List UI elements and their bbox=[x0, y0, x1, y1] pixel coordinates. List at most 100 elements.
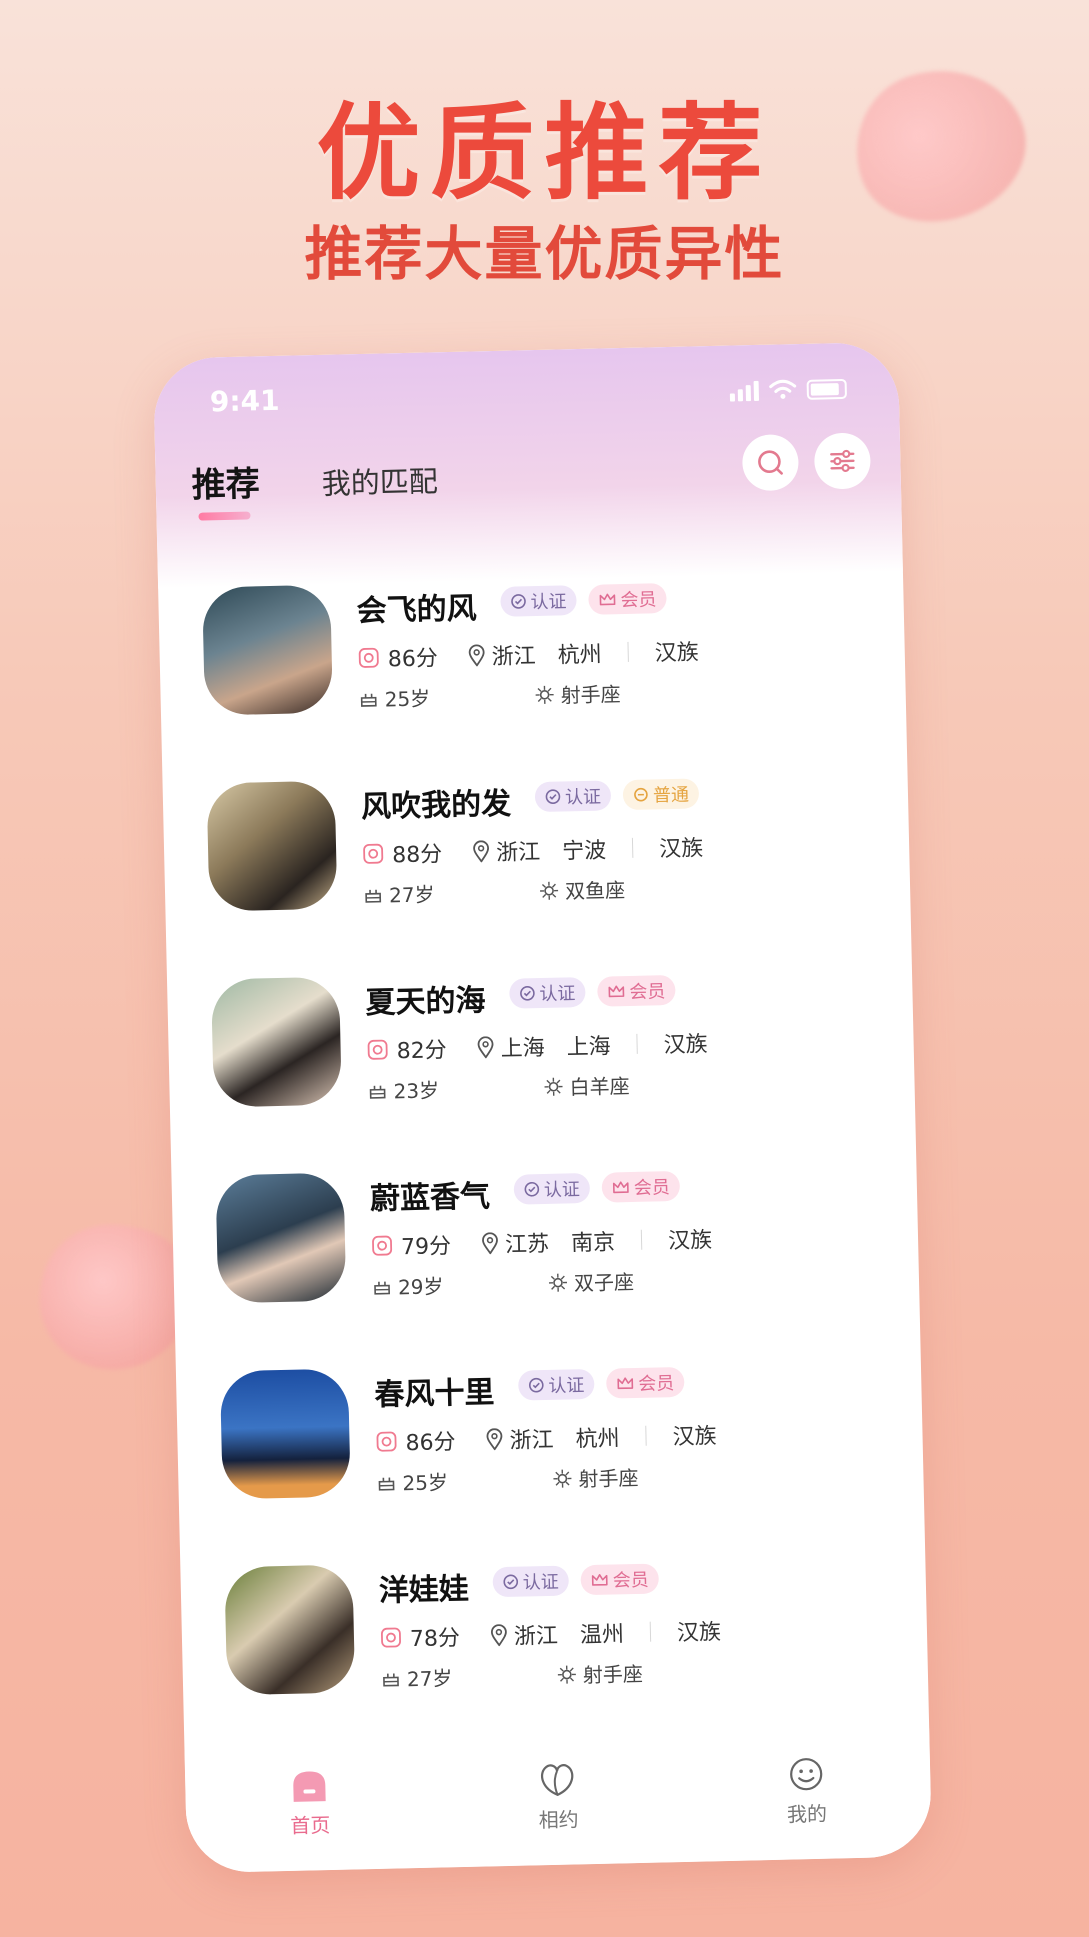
check-circle-icon bbox=[520, 986, 535, 1001]
user-card[interactable]: 风吹我的发 认证 普通 88分 浙江 宁波 汉族 27岁 双鱼座 bbox=[162, 738, 911, 951]
city: 上海 bbox=[566, 1034, 611, 1061]
match-score-icon bbox=[380, 1627, 401, 1648]
divider bbox=[636, 1033, 638, 1054]
city: 杭州 bbox=[575, 1426, 620, 1453]
province: 江苏 bbox=[504, 1231, 550, 1258]
crown-icon bbox=[617, 1377, 634, 1390]
zodiac: 双鱼座 bbox=[564, 878, 626, 904]
tier-badge: 会员 bbox=[588, 583, 667, 615]
match-score-icon bbox=[372, 1235, 393, 1256]
divider bbox=[645, 1425, 647, 1446]
user-list: 会飞的风 认证 会员 86分 浙江 杭州 汉族 25岁 射手座 风吹我的发 认证… bbox=[157, 542, 929, 1746]
match-score: 78分 bbox=[409, 1626, 461, 1653]
verified-badge: 认证 bbox=[492, 1565, 570, 1598]
clock-icon bbox=[634, 787, 648, 802]
cake-icon bbox=[360, 693, 377, 707]
location-pin-icon bbox=[482, 1232, 498, 1255]
tabbar-label: 相约 bbox=[538, 1806, 579, 1832]
match-score-icon bbox=[376, 1431, 397, 1452]
crown-icon bbox=[591, 1574, 608, 1586]
ethnicity: 汉族 bbox=[672, 1424, 717, 1451]
cake-icon bbox=[383, 1673, 399, 1687]
ethnicity: 汉族 bbox=[658, 836, 704, 863]
cake-icon bbox=[369, 1085, 386, 1099]
city: 温州 bbox=[579, 1622, 625, 1649]
verified-badge: 认证 bbox=[513, 1172, 591, 1205]
user-card[interactable]: 洋娃娃 认证 会员 78分 浙江 温州 汉族 27岁 射手座 bbox=[180, 1521, 929, 1734]
crown-icon bbox=[599, 593, 616, 606]
age: 25岁 bbox=[402, 1470, 449, 1496]
verified-badge: 认证 bbox=[500, 585, 577, 617]
user-card[interactable]: 春风十里 认证 会员 86分 浙江 杭州 汉族 25岁 射手座 bbox=[175, 1325, 924, 1538]
check-circle-icon bbox=[524, 1181, 540, 1197]
location-pin-icon bbox=[468, 644, 485, 667]
promo-subheadline: 推荐大量优质异性 bbox=[304, 220, 785, 288]
city: 宁波 bbox=[561, 838, 607, 865]
province: 上海 bbox=[500, 1035, 545, 1062]
divider bbox=[631, 837, 634, 858]
zodiac: 射手座 bbox=[582, 1661, 644, 1688]
header-tabs: 推荐 我的匹配 bbox=[191, 452, 438, 507]
age: 27岁 bbox=[388, 882, 435, 908]
match-score: 79分 bbox=[400, 1234, 452, 1261]
home-icon bbox=[293, 1770, 326, 1802]
avatar[interactable] bbox=[211, 976, 342, 1108]
filter-button[interactable] bbox=[813, 432, 872, 490]
crown-icon bbox=[608, 985, 625, 998]
zodiac-icon bbox=[548, 1273, 567, 1292]
user-name: 蔚蓝香气 bbox=[369, 1179, 491, 1217]
zodiac-icon bbox=[553, 1469, 572, 1488]
tabbar-item-me[interactable]: 我的 bbox=[786, 1755, 828, 1827]
bottom-tab-bar: 首页 相约 我的 bbox=[184, 1728, 933, 1874]
verified-badge: 认证 bbox=[517, 1368, 595, 1401]
zodiac-icon bbox=[544, 1077, 563, 1096]
verified-badge: 认证 bbox=[509, 977, 586, 1009]
search-button[interactable] bbox=[741, 434, 800, 492]
user-card[interactable]: 会飞的风 认证 会员 86分 浙江 杭州 汉族 25岁 射手座 bbox=[157, 542, 906, 755]
user-name: 风吹我的发 bbox=[360, 786, 512, 826]
tab-my-matches[interactable]: 我的匹配 bbox=[321, 458, 438, 503]
tier-badge: 普通 bbox=[622, 778, 700, 811]
zodiac-icon bbox=[535, 685, 554, 704]
zodiac: 射手座 bbox=[560, 682, 621, 708]
ethnicity: 汉族 bbox=[663, 1032, 708, 1059]
match-score: 88分 bbox=[391, 842, 443, 869]
verified-badge: 认证 bbox=[534, 780, 612, 813]
ethnicity: 汉族 bbox=[654, 640, 700, 667]
location-pin-icon bbox=[490, 1624, 507, 1647]
zodiac: 白羊座 bbox=[569, 1074, 630, 1100]
tabbar-label: 我的 bbox=[786, 1801, 828, 1827]
province: 浙江 bbox=[513, 1623, 559, 1650]
match-score-icon bbox=[363, 843, 384, 864]
tier-badge: 会员 bbox=[580, 1563, 660, 1596]
location-pin-icon bbox=[477, 1036, 494, 1059]
zodiac-icon bbox=[557, 1665, 576, 1684]
avatar[interactable] bbox=[202, 584, 333, 716]
match-score: 86分 bbox=[405, 1430, 456, 1457]
cake-icon bbox=[374, 1281, 390, 1295]
user-card[interactable]: 蔚蓝香气 认证 会员 79分 江苏 南京 汉族 29岁 双子座 bbox=[171, 1130, 920, 1343]
tier-badge: 会员 bbox=[597, 974, 676, 1007]
avatar[interactable] bbox=[224, 1564, 356, 1696]
tabbar-item-home[interactable]: 首页 bbox=[289, 1767, 331, 1839]
avatar[interactable] bbox=[206, 780, 338, 912]
avatar[interactable] bbox=[219, 1368, 351, 1500]
user-card[interactable]: 夏天的海 认证 会员 82分 上海 上海 汉族 23岁 白羊座 bbox=[166, 934, 915, 1147]
search-icon bbox=[758, 450, 783, 475]
divider bbox=[649, 1621, 652, 1642]
tier-badge: 会员 bbox=[605, 1366, 685, 1399]
check-circle-icon bbox=[545, 789, 561, 804]
divider bbox=[627, 641, 629, 662]
cake-icon bbox=[378, 1477, 395, 1491]
province: 浙江 bbox=[491, 644, 537, 671]
match-score: 86分 bbox=[387, 646, 439, 673]
divider bbox=[640, 1229, 643, 1250]
avatar[interactable] bbox=[215, 1172, 347, 1304]
tabbar-item-date[interactable]: 相约 bbox=[537, 1761, 579, 1833]
user-name: 会飞的风 bbox=[356, 591, 478, 630]
tier-badge: 会员 bbox=[601, 1170, 681, 1203]
user-name: 夏天的海 bbox=[365, 983, 486, 1021]
tab-recommend[interactable]: 推荐 bbox=[191, 456, 260, 507]
battery-icon bbox=[806, 378, 848, 400]
signal-icon bbox=[729, 380, 760, 402]
